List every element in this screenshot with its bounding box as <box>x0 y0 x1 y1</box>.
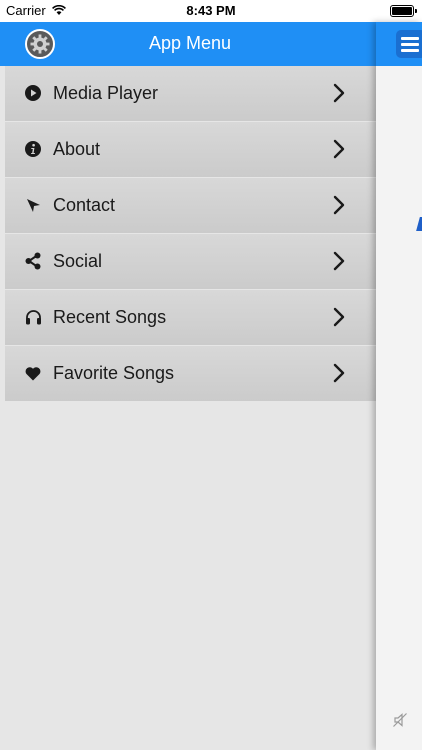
clock: 8:43 PM <box>186 3 236 18</box>
menu-item-recent-songs[interactable]: Recent Songs <box>5 290 376 345</box>
menu-item-favorite-songs[interactable]: Favorite Songs <box>5 346 376 401</box>
menu-item-contact[interactable]: Contact <box>5 178 376 233</box>
side-drawer: App Menu Media Player About Contact Soci… <box>0 22 376 750</box>
menu-item-label: Contact <box>53 195 116 215</box>
menu-item-label: Recent Songs <box>53 307 167 327</box>
drawer-title: App Menu <box>148 33 232 53</box>
headphones-icon <box>24 308 42 326</box>
menu-item-about[interactable]: About <box>5 122 376 177</box>
menu-item-label: Social <box>53 251 103 271</box>
battery-icon <box>390 5 417 17</box>
drawer-header: App Menu <box>0 22 376 66</box>
chevron-right-icon <box>332 195 346 215</box>
menu-item-media-player[interactable]: Media Player <box>5 66 376 121</box>
drawer-menu: Media Player About Contact Social Recent… <box>5 66 376 402</box>
menu-item-social[interactable]: Social <box>5 234 376 289</box>
chevron-right-icon <box>332 83 346 103</box>
menu-item-label: Media Player <box>53 83 159 103</box>
logo-edge <box>416 217 422 231</box>
chevron-right-icon <box>332 251 346 271</box>
info-icon <box>24 140 42 158</box>
hamburger-menu-button[interactable] <box>396 30 422 58</box>
mute-icon[interactable] <box>392 712 408 728</box>
play-circle-icon <box>24 84 42 102</box>
share-icon <box>24 252 42 270</box>
chevron-right-icon <box>332 307 346 327</box>
chevron-right-icon <box>332 363 346 383</box>
chevron-right-icon <box>332 139 346 159</box>
location-arrow-icon <box>24 196 42 214</box>
status-bar: Carrier 8:43 PM <box>0 0 422 22</box>
menu-item-label: About <box>53 139 101 159</box>
menu-item-label: Favorite Songs <box>53 363 175 383</box>
main-content-panel[interactable] <box>376 22 422 750</box>
heart-icon <box>24 364 42 382</box>
